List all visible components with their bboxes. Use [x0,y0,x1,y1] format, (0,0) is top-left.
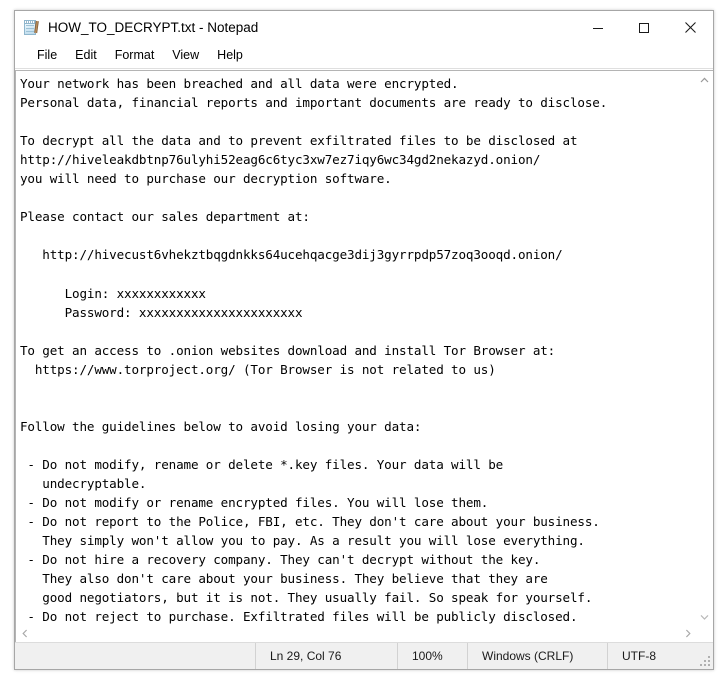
menu-item-format[interactable]: Format [106,47,164,65]
title-bar-left: HOW_TO_DECRYPT.txt - Notepad [15,19,575,36]
horizontal-scroll-track[interactable] [33,625,679,642]
vertical-scroll-track[interactable] [696,88,713,608]
scroll-left-button[interactable] [16,625,33,642]
window-controls [575,11,713,44]
scroll-right-button[interactable] [679,625,696,642]
menu-bar: File Edit Format View Help [15,44,713,69]
scrollbar-corner [696,625,713,642]
status-line-ending: Windows (CRLF) [467,643,607,669]
vertical-scrollbar[interactable] [696,70,713,625]
chevron-left-icon [21,629,27,638]
status-bar: Ln 29, Col 76 100% Windows (CRLF) UTF-8 [15,642,713,669]
notepad-window: HOW_TO_DECRYPT.txt - Notepad File Edit F… [14,10,714,670]
status-bar-spacer [15,643,255,669]
scroll-up-button[interactable] [696,71,713,88]
status-cursor-position: Ln 29, Col 76 [255,643,397,669]
minimize-icon [593,27,603,29]
menu-item-edit[interactable]: Edit [66,47,106,65]
editor-region: Your network has been breached and all d… [15,69,713,642]
chevron-up-icon [700,77,709,82]
window-title: HOW_TO_DECRYPT.txt - Notepad [48,19,259,35]
title-bar[interactable]: HOW_TO_DECRYPT.txt - Notepad [15,11,713,44]
horizontal-scrollbar[interactable] [15,625,713,642]
scroll-down-button[interactable] [696,608,713,625]
menu-item-view[interactable]: View [163,47,208,65]
notepad-icon [24,19,40,36]
close-icon [684,22,696,33]
ransom-note-text: Your network has been breached and all d… [20,76,608,625]
chevron-down-icon [700,614,709,620]
minimize-button[interactable] [575,11,621,44]
status-zoom-level[interactable]: 100% [397,643,467,669]
maximize-icon [639,22,649,33]
close-button[interactable] [667,11,713,44]
page-frame: HOW_TO_DECRYPT.txt - Notepad File Edit F… [0,0,728,679]
resize-grip[interactable] [698,654,710,666]
text-editor[interactable]: Your network has been breached and all d… [15,70,696,625]
chevron-right-icon [685,629,691,638]
editor-row: Your network has been breached and all d… [15,70,713,625]
maximize-button[interactable] [621,11,667,44]
menu-item-help[interactable]: Help [208,47,252,65]
menu-item-file[interactable]: File [28,47,66,65]
